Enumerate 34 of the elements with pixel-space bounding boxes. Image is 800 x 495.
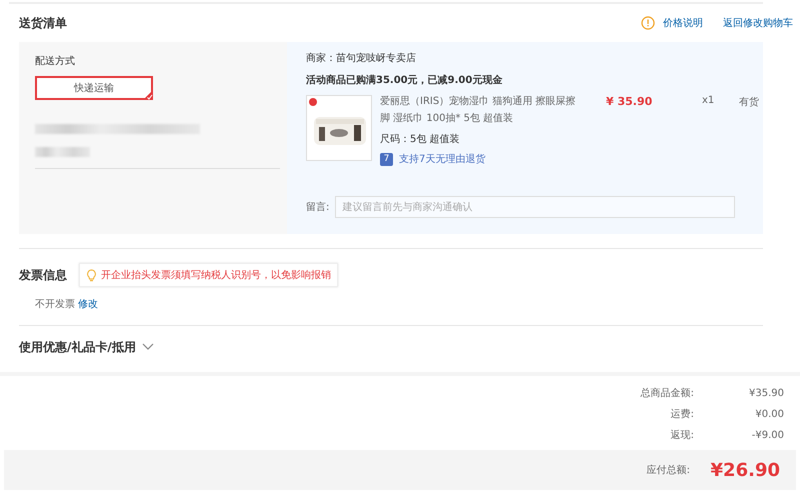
promotion-text: 活动商品已购满35.00元，已减9.00元现金 — [306, 73, 504, 87]
info-icon — [641, 16, 655, 30]
invoice-tip-text: 开企业抬头发票须填写纳税人识别号，以免影响报销 — [101, 268, 331, 282]
summary-value: ¥35.90 — [748, 388, 784, 398]
total-label: 应付总额: — [646, 464, 690, 477]
summary-label: 运费: — [670, 408, 694, 421]
check-corner-icon — [143, 90, 153, 100]
summary-label: 返现: — [670, 428, 694, 442]
return-policy: 支持7天无理由退货 — [399, 152, 486, 166]
return-badge: 7 — [380, 152, 393, 166]
summary-value: -¥9.00 — [750, 430, 784, 440]
chevron-icon — [142, 343, 154, 351]
summary-label: 总商品金额: — [640, 386, 694, 400]
invoice-status: 不开发票 — [35, 298, 75, 311]
price-info-link[interactable]: 价格说明 — [663, 16, 703, 30]
invoice-title: 发票信息 — [19, 266, 67, 284]
lightbulb-icon — [86, 268, 97, 282]
summary-value: ¥0.00 — [754, 408, 784, 420]
message-field[interactable]: 建议留言前先与商家沟通确认 — [335, 196, 736, 218]
delivery-label: 配送方式 — [35, 54, 76, 68]
product-price: ¥ 35.90 — [606, 95, 654, 108]
quantity: x1 — [702, 95, 716, 106]
total-value: ¥26.90 — [710, 460, 780, 480]
coupons-toggle[interactable]: 使用优惠/礼品卡/抵用 — [19, 326, 763, 368]
back-to-cart-link[interactable]: 返回修改购物车 — [723, 16, 793, 30]
edit-link[interactable]: 修改 — [78, 297, 98, 311]
stock-status: 有货 — [739, 96, 759, 109]
blurred-address — [35, 147, 90, 157]
section-title: 送货清单 — [19, 14, 67, 32]
delivery-option[interactable]: 快递运输 — [35, 76, 153, 100]
product-spec: 尺码：5包 超值装 — [380, 132, 461, 146]
product-title[interactable]: 爱丽思（IRIS）宠物湿巾 猫狗通用 擦眼屎擦脚 湿纸巾 100抽* 5包 超值装 — [380, 93, 580, 127]
seller-name: 商家：苗句宠吱岈专卖店 — [306, 52, 417, 65]
message-label: 留言: — [306, 200, 330, 214]
